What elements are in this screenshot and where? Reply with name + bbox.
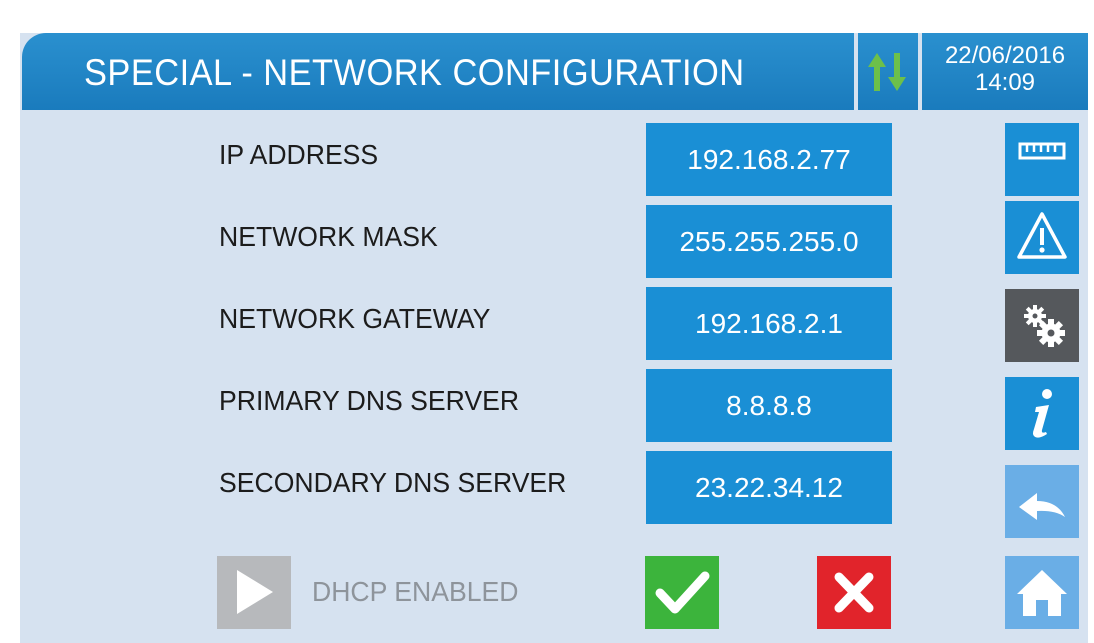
network-gateway-field[interactable]: 192.168.2.1 (646, 287, 892, 360)
gears-icon (1024, 305, 1065, 347)
info-button[interactable] (1005, 377, 1079, 450)
date-text: 22/06/2016 (944, 42, 1066, 69)
page-title: SPECIAL - NETWORK CONFIGURATION (84, 52, 745, 93)
confirm-button[interactable] (645, 556, 719, 629)
primary-dns-label: PRIMARY DNS SERVER (219, 385, 520, 416)
settings-button[interactable] (1005, 289, 1079, 362)
dhcp-label: DHCP ENABLED (312, 576, 519, 607)
network-mask-label: NETWORK MASK (219, 221, 438, 252)
alarms-button[interactable] (1005, 201, 1079, 274)
network-mask-field[interactable]: 255.255.255.0 (646, 205, 892, 278)
back-icon (1019, 493, 1065, 520)
secondary-dns-field[interactable]: 23.22.34.12 (646, 451, 892, 524)
screen-panel (20, 33, 1088, 643)
close-icon (834, 572, 874, 613)
time-text: 14:09 (974, 69, 1036, 96)
home-button[interactable] (1005, 556, 1079, 629)
ip-address-label: IP ADDRESS (219, 139, 379, 170)
ip-address-field[interactable]: 192.168.2.77 (646, 123, 892, 196)
ruler-icon (1018, 142, 1066, 160)
secondary-dns-label: SECONDARY DNS SERVER (219, 467, 567, 498)
dhcp-toggle-button[interactable] (217, 556, 291, 629)
date-time-display: 22/06/2016 14:09 (922, 33, 1088, 110)
primary-dns-field[interactable]: 8.8.8.8 (646, 369, 892, 442)
play-icon (237, 570, 273, 614)
sync-button[interactable] (858, 33, 918, 110)
ruler-button[interactable] (1005, 123, 1079, 196)
cancel-button[interactable] (817, 556, 891, 629)
back-button[interactable] (1005, 465, 1079, 538)
network-gateway-label: NETWORK GATEWAY (219, 303, 491, 334)
transfer-arrows-icon (868, 53, 906, 91)
info-icon (1033, 389, 1052, 438)
checkmark-icon (655, 571, 710, 614)
home-icon (1017, 570, 1067, 616)
warning-icon (1017, 212, 1067, 259)
